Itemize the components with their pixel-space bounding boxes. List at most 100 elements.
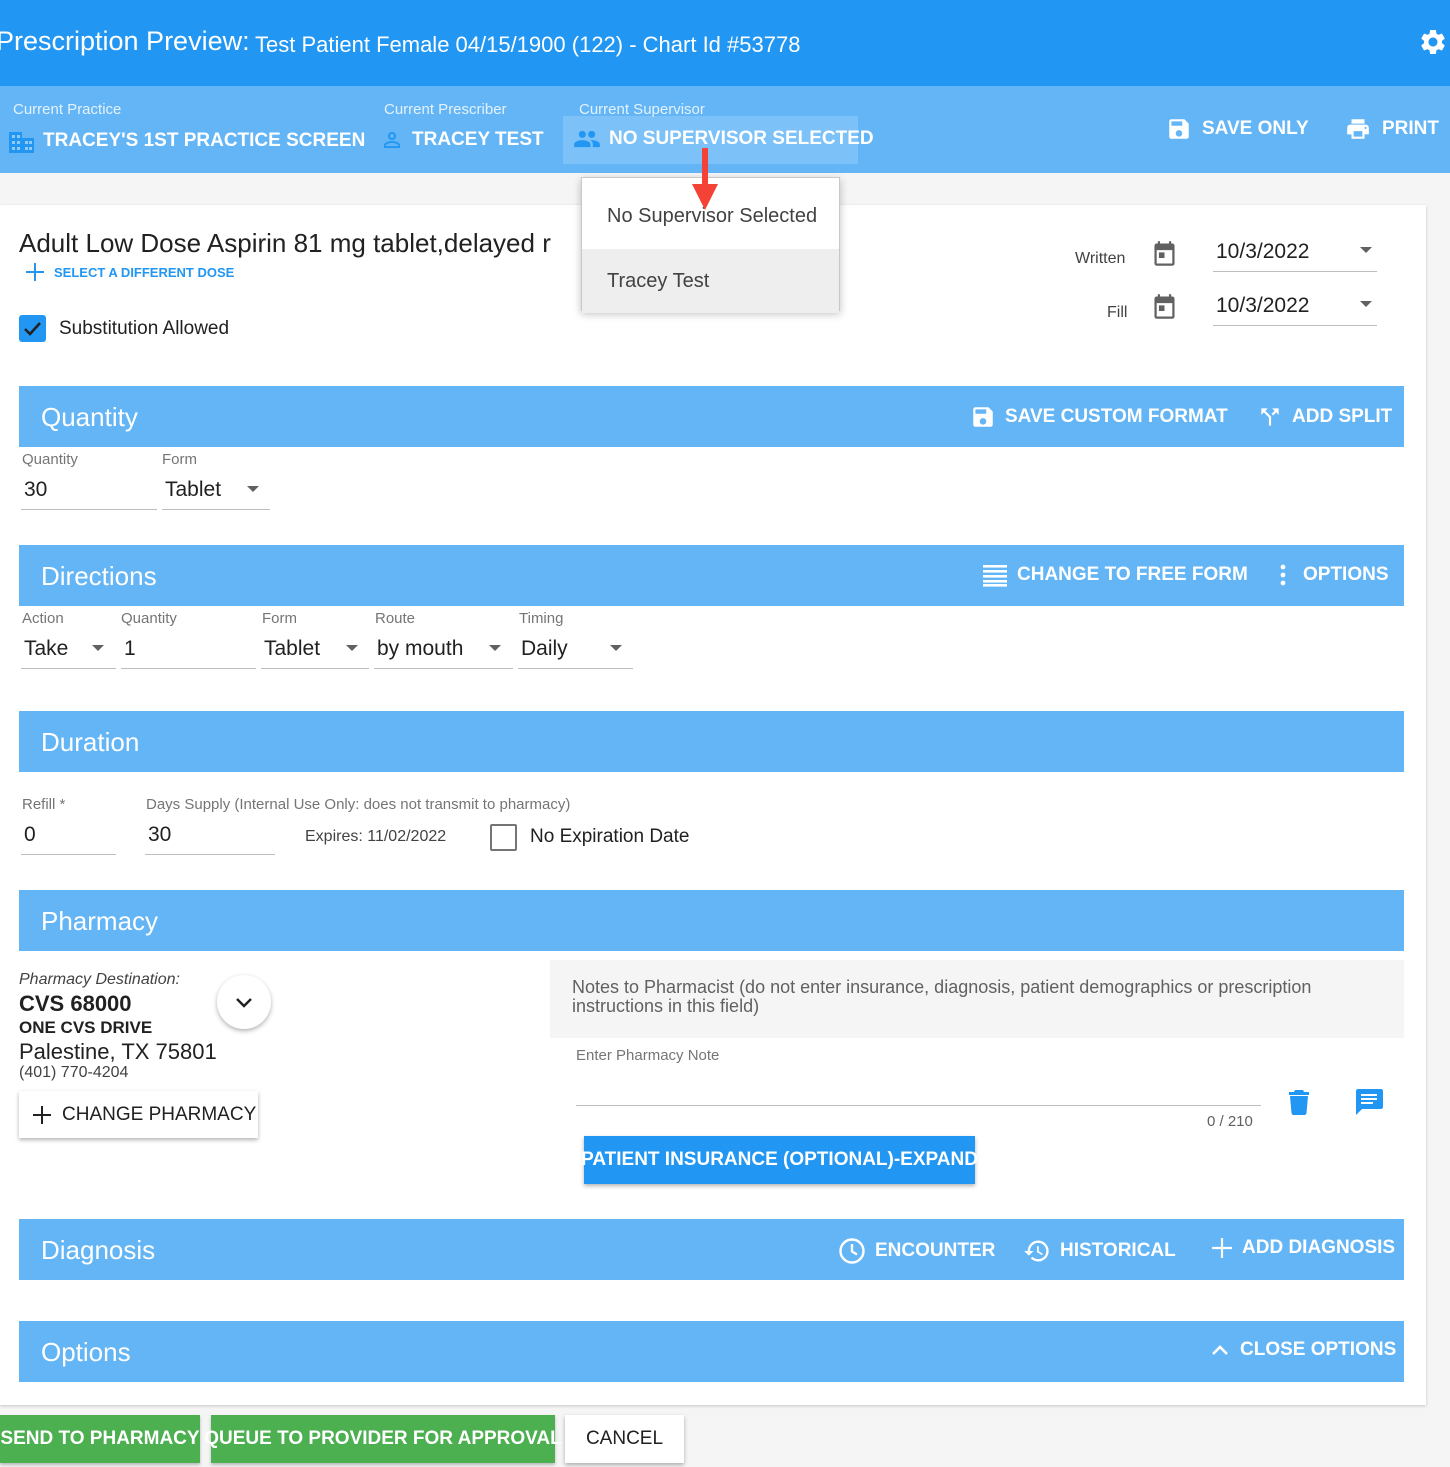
- pharmacy-note-input[interactable]: [576, 1070, 1261, 1106]
- chevron-down-icon[interactable]: [610, 645, 622, 651]
- save-only-label: SAVE ONLY: [1202, 118, 1309, 139]
- pharmacy-name: CVS 68000: [19, 991, 132, 1016]
- free-form-label: CHANGE TO FREE FORM: [1017, 564, 1248, 585]
- gear-icon[interactable]: [1418, 27, 1448, 57]
- historical-button[interactable]: HISTORICAL: [1023, 1237, 1176, 1265]
- direction-quantity-label: Quantity: [121, 610, 177, 627]
- written-date-value: 10/3/2022: [1216, 239, 1310, 263]
- add-diagnosis-button[interactable]: ADD DIAGNOSIS: [1211, 1237, 1395, 1259]
- chevron-down-icon[interactable]: [489, 645, 501, 651]
- person-icon: [380, 128, 404, 152]
- direction-quantity-value: 1: [124, 636, 136, 660]
- chevron-down-icon[interactable]: [1360, 247, 1372, 253]
- save-custom-format-button[interactable]: SAVE CUSTOM FORMAT: [970, 404, 1228, 430]
- encounter-label: ENCOUNTER: [875, 1240, 996, 1261]
- supervisor-value: NO SUPERVISOR SELECTED: [609, 128, 874, 149]
- chevron-down-icon[interactable]: [247, 486, 259, 492]
- prescriber-selector[interactable]: TRACEY TEST: [380, 128, 544, 152]
- pharmacy-section-header: Pharmacy: [19, 890, 1404, 951]
- context-bar: Current Practice TRACEY'S 1ST PRACTICE S…: [0, 86, 1450, 173]
- options-menu-button[interactable]: OPTIONS: [1272, 563, 1389, 587]
- notes-info-box: Notes to Pharmacist (do not enter insura…: [550, 960, 1404, 1038]
- directions-section-header: Directions CHANGE TO FREE FORM OPTIONS: [19, 545, 1404, 606]
- refill-input[interactable]: 0: [21, 815, 116, 855]
- days-supply-input[interactable]: 30: [145, 815, 275, 855]
- chevron-down-icon[interactable]: [346, 645, 358, 651]
- floppy-icon: [1166, 116, 1192, 142]
- practice-label: Current Practice: [13, 101, 122, 118]
- duration-section-header: Duration: [19, 711, 1404, 772]
- supervisor-label: Current Supervisor: [579, 101, 705, 118]
- send-to-pharmacy-button[interactable]: SEND TO PHARMACY: [0, 1415, 200, 1463]
- change-to-free-form-button[interactable]: CHANGE TO FREE FORM: [982, 563, 1248, 587]
- fill-date-field[interactable]: 10/3/2022: [1213, 286, 1377, 326]
- calendar-icon[interactable]: [1151, 239, 1178, 268]
- people-icon: [573, 128, 601, 150]
- practice-value: TRACEY'S 1ST PRACTICE SCREEN: [43, 130, 366, 151]
- comment-icon[interactable]: [1354, 1088, 1384, 1116]
- more-vert-icon: [1272, 563, 1294, 587]
- timing-label: Timing: [519, 610, 564, 627]
- form-value: Tablet: [165, 477, 222, 501]
- days-supply-label: Days Supply (Internal Use Only: does not…: [146, 796, 571, 813]
- quantity-input[interactable]: 30: [21, 470, 157, 510]
- history-icon: [1023, 1237, 1051, 1265]
- patient-insurance-expand-button[interactable]: PATIENT INSURANCE (OPTIONAL)-EXPAND: [581, 1136, 978, 1184]
- building-icon: [8, 128, 35, 154]
- patient-info: Test Patient Female 04/15/1900 (122) - C…: [255, 32, 801, 57]
- pharmacy-note-label: Enter Pharmacy Note: [576, 1047, 720, 1064]
- quantity-value: 30: [24, 477, 48, 501]
- written-label: Written: [1075, 250, 1126, 267]
- expand-pharmacy-button[interactable]: [217, 975, 271, 1029]
- supervisor-selector[interactable]: NO SUPERVISOR SELECTED: [573, 128, 874, 150]
- refill-label: Refill *: [22, 796, 66, 813]
- note-counter: 0 / 210: [1207, 1113, 1253, 1130]
- trash-icon[interactable]: [1287, 1088, 1311, 1115]
- save-only-button[interactable]: SAVE ONLY: [1166, 116, 1309, 142]
- floppy-icon: [970, 404, 996, 430]
- clock-icon: [838, 1237, 866, 1265]
- diagnosis-title: Diagnosis: [41, 1235, 156, 1265]
- practice-selector[interactable]: TRACEY'S 1ST PRACTICE SCREEN: [8, 128, 365, 154]
- printer-icon: [1344, 116, 1372, 142]
- split-icon: [1257, 404, 1283, 430]
- change-pharmacy-label: CHANGE PHARMACY: [62, 1103, 257, 1125]
- close-options-button[interactable]: CLOSE OPTIONS: [1209, 1339, 1396, 1361]
- route-label: Route: [375, 610, 416, 627]
- calendar-icon[interactable]: [1151, 292, 1178, 321]
- direction-form-value: Tablet: [264, 636, 321, 660]
- queue-for-approval-button[interactable]: QUEUE TO PROVIDER FOR APPROVAL: [204, 1415, 562, 1463]
- select-dose-link[interactable]: SELECT A DIFFERENT DOSE: [25, 262, 234, 282]
- cancel-button[interactable]: CANCEL: [565, 1415, 684, 1463]
- written-date-field[interactable]: 10/3/2022: [1213, 232, 1377, 272]
- plus-icon: [32, 1105, 52, 1125]
- no-expiration-checkbox[interactable]: [490, 824, 517, 851]
- pharmacy-phone: (401) 770-4204: [19, 1064, 129, 1081]
- substitution-checkbox[interactable]: [19, 315, 46, 342]
- add-split-label: ADD SPLIT: [1292, 406, 1393, 427]
- supervisor-option-tracey[interactable]: Tracey Test: [582, 249, 839, 313]
- no-expiration-label: No Expiration Date: [530, 826, 690, 847]
- encounter-button[interactable]: ENCOUNTER: [838, 1237, 995, 1265]
- drug-name: Adult Low Dose Aspirin 81 mg tablet,dela…: [19, 228, 551, 258]
- duration-title: Duration: [41, 727, 140, 757]
- options-title: Options: [41, 1337, 131, 1367]
- chevron-down-icon[interactable]: [92, 645, 104, 651]
- notes-info-text: Notes to Pharmacist (do not enter insura…: [572, 977, 1312, 1016]
- pharmacy-city: Palestine, TX 75801: [19, 1039, 217, 1064]
- direction-quantity-input[interactable]: 1: [121, 629, 256, 669]
- check-icon: [24, 322, 41, 336]
- quantity-title: Quantity: [41, 402, 138, 432]
- directions-title: Directions: [41, 561, 157, 591]
- route-value: by mouth: [377, 636, 464, 660]
- change-pharmacy-button[interactable]: CHANGE PHARMACY: [19, 1091, 258, 1138]
- diagnosis-section-header: Diagnosis ENCOUNTER HISTORICAL ADD DIAGN…: [19, 1219, 1404, 1280]
- chevron-down-icon[interactable]: [1360, 301, 1372, 307]
- add-split-button[interactable]: ADD SPLIT: [1257, 404, 1392, 430]
- pharmacy-destination-label: Pharmacy Destination:: [19, 971, 180, 988]
- plus-icon: [1211, 1237, 1233, 1259]
- fill-label: Fill: [1107, 304, 1128, 321]
- print-button[interactable]: PRINT: [1344, 116, 1439, 142]
- save-custom-label: SAVE CUSTOM FORMAT: [1005, 406, 1228, 427]
- app-header: Prescription Preview: Test Patient Femal…: [0, 0, 1450, 86]
